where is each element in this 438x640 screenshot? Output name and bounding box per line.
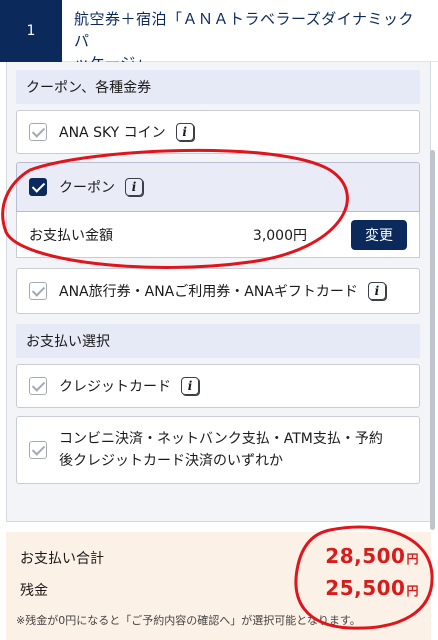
step-number: 1 [0, 0, 62, 62]
info-icon[interactable]: i [181, 377, 199, 395]
scrollbar[interactable] [430, 150, 435, 530]
total-amount: 28,500 [325, 544, 406, 568]
total-label: お支払い合計 [20, 551, 104, 567]
change-button[interactable]: 変更 [351, 219, 407, 250]
option-label: ANA SKY コイン [59, 125, 166, 141]
section-heading-payment: お支払い選択 [16, 324, 420, 358]
currency-unit: 円 [406, 552, 419, 566]
option-label-line2: 後クレジットカード決済のいずれか [59, 453, 283, 469]
payment-amount-label: お支払い金額 [29, 227, 113, 244]
option-label: クーポン [59, 180, 115, 196]
coupon-payment-row: お支払い金額 3,000円 変更 [16, 212, 420, 258]
option-coupon[interactable]: クーポン i [16, 162, 420, 212]
step-title-line1: 航空券＋宿泊「ＡＮＡトラベラーズダイナミックパ [74, 10, 414, 50]
checkbox-icon[interactable] [29, 441, 47, 459]
total-value: 28,500円 [325, 544, 419, 568]
currency-unit: 円 [406, 584, 419, 598]
info-icon[interactable]: i [367, 282, 386, 300]
balance-amount: 25,500 [325, 576, 406, 600]
checkbox-icon[interactable] [29, 123, 47, 141]
option-credit-card[interactable]: クレジットカード i [16, 364, 420, 408]
info-icon[interactable]: i [175, 123, 194, 141]
balance-value: 25,500円 [325, 576, 419, 600]
option-label: クレジットカード [59, 379, 171, 395]
option-label: コンビニ決済・ネットバンク支払・ATM支払・予約 後クレジットカード決済のいずれ… [59, 428, 383, 472]
info-icon[interactable]: i [125, 178, 143, 196]
section-heading-coupons: クーポン、各種金券 [16, 70, 420, 104]
balance-note: ※残金が0円になると「ご予約内容の確認へ」が選択可能となります。 [16, 614, 361, 627]
payment-summary: お支払い合計 28,500円 残金 25,500円 ※残金が0円になると「ご予約… [6, 532, 431, 640]
payment-panel: クーポン、各種金券 ANA SKY コイン i クーポン i お支払い金額 3,… [0, 62, 438, 522]
payment-amount-value: 3,000円 [252, 227, 307, 244]
checkbox-icon[interactable] [29, 377, 47, 395]
option-label: ANA旅行券・ANAご利用券・ANAギフトカード [59, 284, 358, 300]
option-ana-sky-coin[interactable]: ANA SKY コイン i [16, 110, 420, 154]
option-ana-voucher[interactable]: ANA旅行券・ANAご利用券・ANAギフトカード i [16, 268, 420, 314]
step-header: 1 航空券＋宿泊「ＡＮＡトラベラーズダイナミックパ ッケージ」 [0, 0, 438, 72]
balance-label: 残金 [20, 583, 48, 599]
checkbox-icon[interactable] [29, 282, 47, 300]
step-title: 航空券＋宿泊「ＡＮＡトラベラーズダイナミックパ ッケージ」 [62, 0, 438, 72]
option-label-line1: コンビニ決済・ネットバンク支払・ATM支払・予約 [59, 431, 383, 447]
checkbox-checked-icon[interactable] [29, 178, 47, 196]
option-other-payments[interactable]: コンビニ決済・ネットバンク支払・ATM支払・予約 後クレジットカード決済のいずれ… [16, 416, 420, 484]
